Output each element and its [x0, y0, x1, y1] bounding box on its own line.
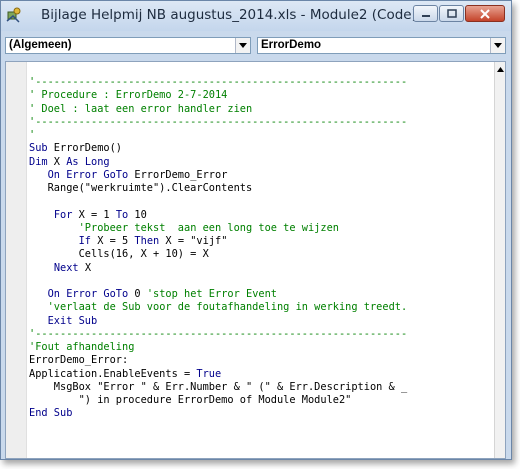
code-keyword: Then	[134, 235, 160, 247]
code-text-segment: X = "vijf"	[159, 235, 228, 247]
code-keyword: Exit Sub	[47, 314, 98, 327]
code-text[interactable]: '---------------------------------------…	[29, 76, 493, 421]
close-icon	[480, 8, 490, 19]
code-line[interactable]: 'verlaat de Sub voor de foutafhandeling …	[29, 301, 493, 314]
code-line[interactable]: Range("werkruimte").ClearContents	[29, 182, 493, 195]
code-line[interactable]: 'Fout afhandeling	[29, 341, 493, 354]
code-line[interactable]: 'Probeer tekst aan een long toe te wijze…	[29, 222, 493, 235]
code-text-segment: X	[78, 261, 92, 274]
procedure-dropdown-button[interactable]	[490, 38, 505, 53]
vertical-scrollbar[interactable]	[494, 62, 505, 458]
code-text-segment: ") in procedure ErrorDemo of Module Modu…	[29, 394, 352, 406]
code-text-segment	[29, 235, 79, 247]
object-combobox[interactable]: (Algemeen)	[5, 37, 251, 54]
vba-module-icon	[6, 7, 21, 23]
arrow-up-icon	[496, 66, 504, 72]
procedure-combobox-value: ErrorDemo	[261, 39, 322, 51]
code-text-segment: Application.EnableEvents =	[29, 367, 197, 380]
code-text-segment	[29, 169, 48, 181]
code-text-segment: ErrorDemo_Error:	[29, 354, 129, 367]
code-window: Bijlage Helpmij NB augustus_2014.xls - M…	[0, 0, 512, 460]
code-line[interactable]: Application.EnableEvents = True	[29, 368, 493, 381]
combo-toolbar: (Algemeen) ErrorDemo	[3, 34, 509, 59]
code-text-segment	[29, 288, 48, 300]
code-text-segment: MsgBox "Error " & Err.Number & " (" & Er…	[29, 380, 408, 393]
code-line[interactable]: '---------------------------------------…	[29, 116, 493, 129]
window-controls	[412, 5, 505, 24]
code-editor[interactable]: '---------------------------------------…	[5, 61, 506, 459]
code-line[interactable]: ") in procedure ErrorDemo of Module Modu…	[29, 394, 493, 407]
code-line[interactable]: On Error GoTo 0 'stop het Error Event	[29, 288, 493, 301]
code-keyword: Next	[53, 261, 79, 274]
code-line[interactable]	[29, 195, 493, 208]
code-text-segment: 10	[128, 208, 147, 221]
code-keyword: On Error GoTo	[47, 288, 129, 300]
code-keyword: To	[115, 208, 129, 221]
code-comment: 'Fout afhandeling	[29, 341, 135, 353]
code-line[interactable]: '---------------------------------------…	[29, 328, 493, 341]
code-text-segment: 0	[128, 288, 147, 300]
margin-indicator-bar[interactable]	[6, 62, 27, 458]
title-bar[interactable]: Bijlage Helpmij NB augustus_2014.xls - M…	[1, 1, 511, 31]
code-text-segment	[29, 301, 48, 313]
window-title: Bijlage Helpmij NB augustus_2014.xls - M…	[41, 7, 417, 23]
code-text-segment: Range("werkruimte").ClearContents	[29, 182, 253, 194]
code-keyword: End Sub	[29, 407, 73, 420]
code-comment: 'Probeer tekst aan een long toe te wijze…	[78, 221, 339, 234]
object-combobox-value: (Algemeen)	[9, 39, 72, 51]
code-comment: '---------------------------------------…	[29, 76, 408, 88]
code-line[interactable]: Cells(16, X + 10) = X	[29, 248, 493, 261]
code-text-segment: Cells(16, X + 10) = X	[29, 248, 209, 261]
code-keyword: If	[78, 235, 92, 247]
code-keyword: On Error GoTo	[47, 168, 129, 181]
close-button[interactable]	[465, 5, 505, 22]
code-comment: '---------------------------------------…	[29, 115, 408, 128]
code-text-segment	[29, 315, 48, 327]
chevron-down-icon	[239, 43, 247, 48]
code-line[interactable]: For X = 1 To 10	[29, 209, 493, 222]
code-keyword: For	[53, 208, 73, 221]
code-text-segment	[29, 222, 79, 234]
code-keyword: True	[196, 367, 222, 380]
minimize-button[interactable]	[413, 5, 438, 22]
code-line[interactable]: Next X	[29, 262, 493, 275]
code-line[interactable]: Exit Sub	[29, 315, 493, 328]
code-text-segment: ErrorDemo()	[47, 142, 123, 155]
code-keyword: Dim	[29, 155, 48, 168]
code-text-segment: ErrorDemo_Error	[128, 168, 228, 181]
code-line[interactable]: '	[29, 129, 493, 142]
code-text-segment	[29, 262, 54, 274]
chevron-down-icon	[494, 43, 502, 48]
maximize-button[interactable]	[439, 5, 464, 22]
code-line[interactable]: ErrorDemo_Error:	[29, 354, 493, 367]
code-line[interactable]: '---------------------------------------…	[29, 76, 493, 89]
code-text-segment: X = 5	[91, 235, 135, 247]
code-comment: ' Doel : laat een error handler zien	[29, 102, 253, 115]
code-line[interactable]: End Sub	[29, 407, 493, 420]
procedure-combobox[interactable]: ErrorDemo	[257, 37, 506, 54]
code-keyword: Sub	[29, 142, 48, 155]
minimize-icon	[421, 14, 430, 17]
code-keyword: As Long	[66, 155, 110, 168]
code-line[interactable]: On Error GoTo ErrorDemo_Error	[29, 169, 493, 182]
code-line[interactable]: Dim X As Long	[29, 156, 493, 169]
scroll-up-button[interactable]	[495, 64, 505, 74]
code-line[interactable]: ' Procedure : ErrorDemo 2-7-2014	[29, 89, 493, 102]
code-line[interactable]: ' Doel : laat een error handler zien	[29, 103, 493, 116]
code-line[interactable]: If X = 5 Then X = "vijf"	[29, 235, 493, 248]
code-comment: 'verlaat de Sub voor de foutafhandeling …	[47, 301, 408, 314]
code-comment: '	[29, 129, 36, 141]
code-line[interactable]: Sub ErrorDemo()	[29, 142, 493, 155]
code-text-segment	[29, 209, 54, 221]
object-dropdown-button[interactable]	[235, 38, 250, 53]
code-line[interactable]	[29, 275, 493, 288]
code-text-segment: X	[47, 155, 67, 168]
code-comment: 'stop het Error Event	[146, 288, 277, 300]
code-comment: '---------------------------------------…	[29, 327, 408, 340]
code-text-segment: X = 1	[72, 208, 116, 221]
code-comment: ' Procedure : ErrorDemo 2-7-2014	[29, 89, 228, 102]
code-line[interactable]: MsgBox "Error " & Err.Number & " (" & Er…	[29, 381, 493, 394]
maximize-icon	[446, 9, 457, 18]
